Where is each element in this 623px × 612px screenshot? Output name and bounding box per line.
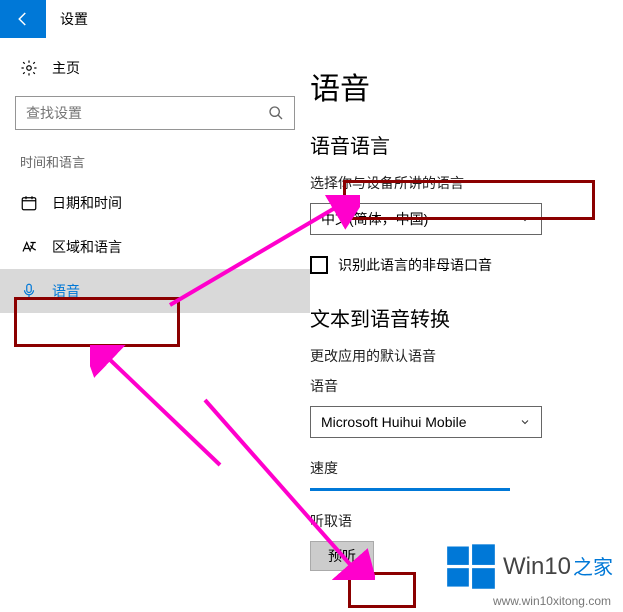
section-speech-language-heading: 语音语言 [310,130,605,159]
arrow-left-icon [14,10,32,28]
voice-label: 语音 [310,376,605,396]
slider-track [310,488,510,491]
clock-icon [20,194,38,212]
page-title: 语音 [310,64,605,108]
dropdown-value: 中文(简体，中国) [321,209,428,229]
dropdown-value: Microsoft Huihui Mobile [321,414,467,430]
content-pane: 语音 语音语言 选择你与设备所讲的语言 中文(简体，中国) 识别此语言的非母语口… [310,38,623,612]
search-input-wrap[interactable] [15,96,295,130]
tts-desc: 更改应用的默认语音 [310,346,605,366]
sidebar-item-speech[interactable]: 语音 [0,269,310,313]
sidebar: 主页 时间和语言 日期和时间 区域和语言 语音 [0,38,310,612]
speed-slider[interactable] [310,488,510,491]
speed-label: 速度 [310,458,605,478]
checkbox-box [310,256,328,274]
chevron-down-icon [519,213,531,225]
windows-logo-icon [445,540,497,592]
search-icon [268,105,284,121]
microphone-icon [20,282,38,300]
sidebar-group-label: 时间和语言 [0,152,310,181]
watermark-url: www.win10xitong.com [493,594,611,608]
sidebar-item-label: 日期和时间 [52,193,122,213]
watermark-brand: Win10 [503,553,571,581]
watermark-suffix: 之家 [573,551,613,580]
non-native-accent-checkbox[interactable]: 识别此语言的非母语口音 [310,255,605,275]
sidebar-home-label: 主页 [52,58,80,78]
speech-language-dropdown[interactable]: 中文(简体，中国) [310,203,542,235]
window-title: 设置 [46,0,88,38]
sidebar-item-region[interactable]: 区域和语言 [0,225,310,269]
checkbox-label: 识别此语言的非母语口音 [338,255,492,275]
gear-icon [20,59,38,77]
sidebar-item-label: 区域和语言 [52,237,122,257]
back-button[interactable] [0,0,46,38]
speech-language-desc: 选择你与设备所讲的语言 [310,173,605,193]
language-icon [20,238,38,256]
chevron-down-icon [519,416,531,428]
section-tts-heading: 文本到语音转换 [310,303,605,332]
voice-dropdown[interactable]: Microsoft Huihui Mobile [310,406,542,438]
watermark: Win10 之家 [445,540,613,592]
sidebar-item-datetime[interactable]: 日期和时间 [0,181,310,225]
sidebar-item-label: 语音 [52,281,80,301]
sidebar-home[interactable]: 主页 [0,56,310,96]
preview-button[interactable]: 预听 [310,541,374,571]
search-input[interactable] [26,105,246,121]
preview-button-label: 预听 [328,546,356,566]
preview-heading: 听取语 [310,511,605,531]
